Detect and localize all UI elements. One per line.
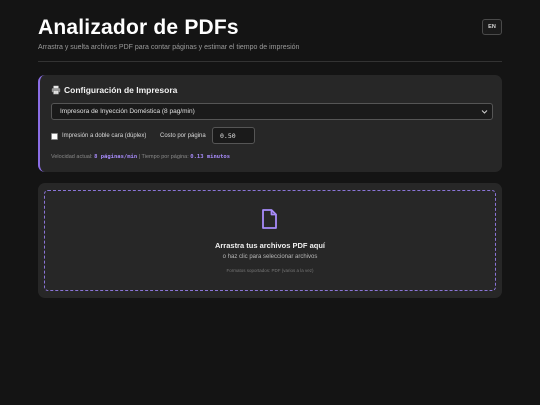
config-title-text: Configuración de Impresora [64,85,178,95]
config-title: Configuración de Impresora [51,85,177,95]
speed-prefix: Velocidad actual: [51,154,93,160]
language-toggle-button[interactable]: EN [482,19,502,35]
printer-select-value: Impresora de Inyección Doméstica (8 pag/… [60,108,195,115]
dropzone-subtitle: o haz clic para seleccionar archivos [222,254,318,260]
cost-label: Costo por página [160,133,206,139]
page-header: Analizador de PDFs Arrastra y suelta arc… [38,0,502,62]
page-title: Analizador de PDFs [38,16,239,39]
printer-select[interactable]: Impresora de Inyección Doméstica (8 pag/… [51,103,493,120]
speed-value: 8 páginas/min [94,154,138,160]
supported-formats: Formatos soportados: PDF (varios a la ve… [226,268,314,273]
duplex-checkbox[interactable] [51,133,58,140]
upload-panel: Arrastra tus archivos PDF aquí o haz cli… [38,183,502,298]
time-prefix: | Tiempo por página: [138,154,189,160]
speed-info: Velocidad actual: 8 páginas/min | Tiempo… [51,154,230,160]
file-icon [261,209,278,229]
time-per-page-value: 0.13 minutos [190,154,231,160]
dropzone-title: Arrastra tus archivos PDF aquí [214,241,326,250]
app-container: Analizador de PDFs Arrastra y suelta arc… [38,0,502,298]
pdf-dropzone[interactable]: Arrastra tus archivos PDF aquí o haz cli… [44,190,496,291]
printer-icon [51,85,61,95]
printer-config-panel: Configuración de Impresora Impresora de … [38,75,502,172]
cost-per-page-input[interactable]: 0.50 [212,127,255,144]
duplex-label: Impresión a doble cara (dúplex) [62,133,147,139]
chevron-down-icon [481,108,488,115]
page-subtitle: Arrastra y suelta archivos PDF para cont… [38,44,300,51]
